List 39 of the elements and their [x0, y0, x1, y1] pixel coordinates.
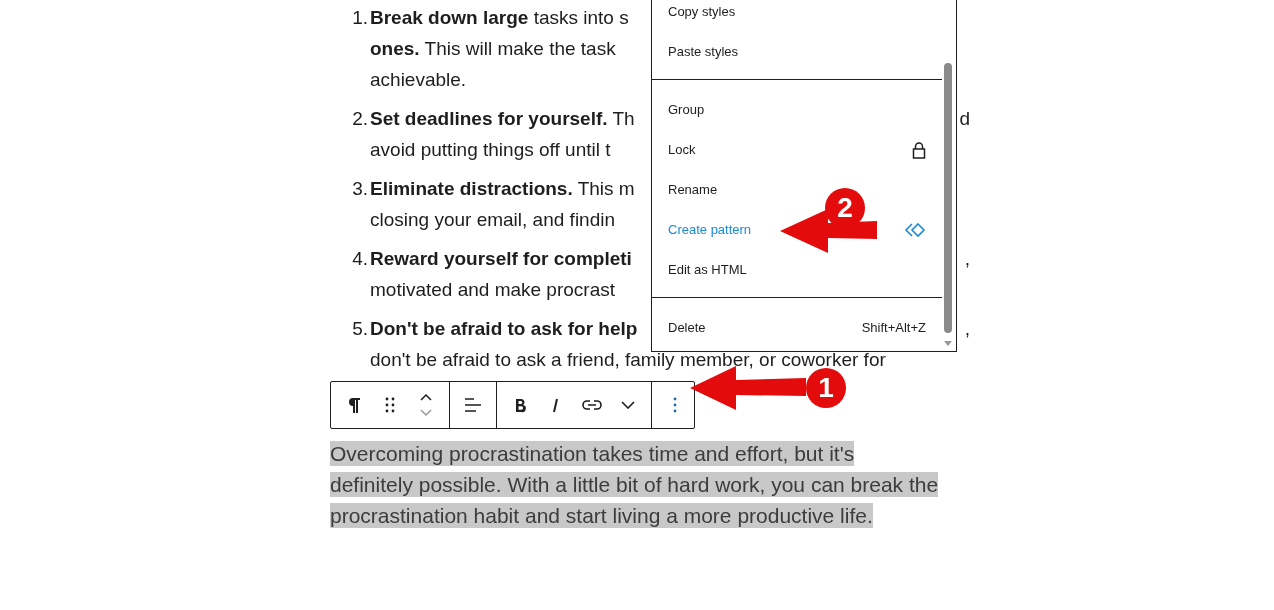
list-text: achievable.	[370, 68, 467, 92]
paragraph-text: procrastination habit and start living a more productive life.	[330, 503, 873, 528]
list-text: motivated and make procrast	[370, 278, 615, 302]
list-number: 2.	[351, 107, 369, 131]
align-left-icon	[464, 397, 482, 413]
drag-handle-icon	[385, 397, 395, 413]
list-text: ,	[964, 317, 970, 341]
list-text: Don't be afraid to ask for help	[370, 317, 638, 341]
list-number: 3.	[351, 177, 369, 201]
paragraph-text: definitely possible. With a little bit of hard work, you can break the	[330, 472, 939, 497]
paragraph-icon	[347, 396, 361, 414]
lock-icon	[912, 141, 926, 159]
menu-item[interactable]: Copy styles	[652, 0, 942, 32]
italic-icon	[551, 397, 561, 413]
more-options-icon	[673, 397, 677, 413]
list-text: Break down large tasks into s	[370, 6, 629, 30]
link-icon	[582, 399, 602, 411]
list-text: Eliminate distractions. This m	[370, 177, 635, 201]
scroll-down-icon	[944, 341, 952, 346]
list-text: Reward yourself for completi	[370, 247, 632, 271]
list-number: 1.	[351, 6, 369, 30]
list-number: 4.	[351, 247, 369, 271]
list-text: closing your email, and findin	[370, 208, 616, 232]
list-text: Set deadlines for yourself. Th	[370, 107, 635, 131]
menu-item[interactable]: Edit as HTML	[652, 250, 942, 290]
list-number: 5.	[351, 317, 369, 341]
menu-item[interactable]: Paste styles	[652, 32, 942, 72]
chevron-down-icon	[621, 401, 635, 409]
bold-icon	[514, 397, 526, 413]
annotation-badge: 1	[806, 368, 846, 408]
list-text: avoid putting things off until t	[370, 138, 611, 162]
diamonds-icon	[904, 222, 926, 238]
list-text: ,	[964, 247, 970, 271]
menu-item[interactable]: Group	[652, 90, 942, 130]
menu-item[interactable]: Lock	[652, 130, 942, 170]
menu-item[interactable]: Delete Shift+Alt+Z	[652, 308, 942, 348]
list-text: d	[959, 107, 970, 131]
paragraph-text: Overcoming procrastination takes time and effort, but it's	[330, 441, 855, 466]
list-text: ones. This will make the task	[370, 37, 616, 61]
